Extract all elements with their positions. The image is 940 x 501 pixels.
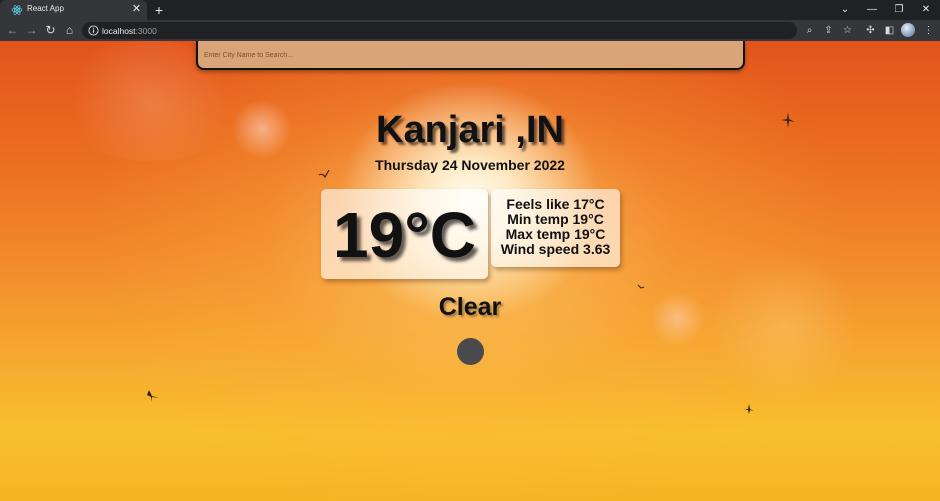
address-bar[interactable]: localhost:3000	[82, 22, 797, 39]
share-icon[interactable]: ⇪	[820, 22, 837, 39]
temperature-card: 19°C	[321, 189, 488, 279]
feels-like: Feels like 17°C	[506, 196, 605, 212]
city-name: Kanjari ,IN	[376, 109, 564, 151]
bird-icon	[147, 390, 159, 402]
more-menu-icon[interactable]: ⋮	[920, 22, 937, 39]
extensions-icon[interactable]: ✣	[862, 22, 879, 39]
react-logo-icon	[11, 5, 23, 15]
bird-icon	[744, 404, 754, 414]
profile-avatar[interactable]	[901, 23, 915, 37]
side-panel-icon[interactable]: ◧	[881, 22, 898, 39]
weather-details-card: Feels like 17°C Min temp 19°C Max temp 1…	[491, 189, 620, 267]
current-date: Thursday 24 November 2022	[375, 157, 565, 173]
home-icon[interactable]: ⌂	[61, 22, 78, 39]
minimize-icon[interactable]: —	[863, 2, 881, 18]
clear-weather-icon	[457, 338, 484, 365]
tab-title: React App	[27, 4, 64, 13]
address-host: localhost	[102, 26, 136, 36]
tab-strip: React App ✕ + ⌄ — ❐ ✕	[0, 0, 940, 20]
city-search-input[interactable]	[204, 47, 734, 63]
weather-condition: Clear	[438, 293, 502, 321]
min-temp: Min temp 19°C	[507, 211, 604, 227]
wind-speed: Wind speed 3.63	[500, 241, 611, 257]
reload-icon[interactable]: ↻	[42, 22, 59, 39]
zoom-icon[interactable]: ⌕	[801, 22, 818, 39]
new-tab-button[interactable]: +	[151, 2, 167, 18]
bookmark-star-icon[interactable]: ☆	[839, 22, 856, 39]
tab-search-chevron-down-icon[interactable]: ⌄	[836, 2, 854, 18]
back-arrow-icon[interactable]: ←	[4, 22, 21, 39]
site-info-icon[interactable]	[88, 25, 99, 36]
tab-close-icon[interactable]: ✕	[130, 3, 143, 16]
browser-toolbar: ← → ↻ ⌂ localhost:3000 ⌕ ⇪ ☆ ✣ ◧ ⋮	[0, 20, 940, 41]
restore-icon[interactable]: ❐	[890, 2, 908, 18]
address-port: :3000	[135, 26, 157, 36]
bird-icon	[637, 284, 645, 289]
search-bar	[196, 41, 745, 70]
window-close-icon[interactable]: ✕	[917, 2, 935, 18]
weather-app: Kanjari ,IN Thursday 24 November 2022 19…	[0, 41, 940, 501]
address-text: localhost:3000	[102, 26, 157, 36]
temperature-value: 19°C	[333, 199, 476, 271]
forward-arrow-icon[interactable]: →	[23, 22, 40, 39]
lens-flare	[710, 251, 860, 401]
tab-react-app[interactable]: React App ✕	[0, 0, 147, 20]
max-temp: Max temp 19°C	[505, 226, 606, 242]
